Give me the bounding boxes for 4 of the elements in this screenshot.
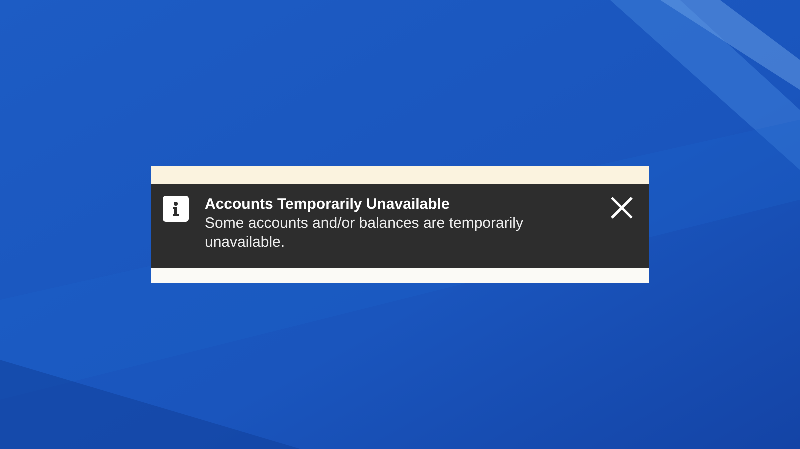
info-icon — [163, 196, 189, 222]
alert-title: Accounts Temporarily Unavailable — [205, 196, 451, 214]
close-button[interactable] — [609, 196, 635, 220]
alert-message: Some accounts and/or balances are temporarily unavailable. — [205, 214, 525, 252]
